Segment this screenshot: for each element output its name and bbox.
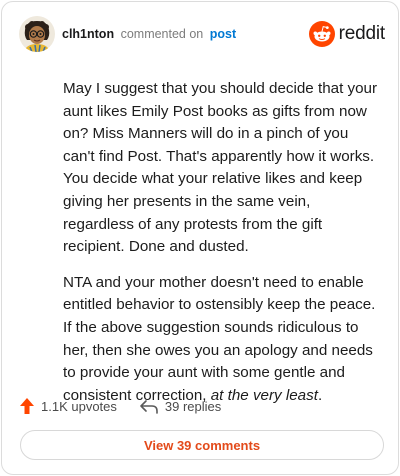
replies-button[interactable]: 39 replies [139, 398, 221, 414]
upvote-count: 1.1K upvotes [41, 398, 117, 414]
reddit-logo[interactable]: reddit [308, 20, 386, 48]
upvote-button[interactable]: 1.1K upvotes [19, 397, 117, 415]
username-link[interactable]: clh1nton [62, 27, 114, 41]
avatar[interactable] [19, 16, 55, 52]
comment-paragraph-2-text: NTA and your mother doesn't need to enab… [63, 273, 376, 404]
comment-header: clh1nton commented on post reddit [19, 16, 385, 54]
view-comments-button[interactable]: View 39 comments [20, 430, 384, 460]
reply-count: 39 replies [164, 398, 222, 414]
action-text: commented on [120, 27, 204, 41]
brand-wordmark: reddit [338, 23, 386, 44]
comment-actions: 1.1K upvotes 39 replies [19, 396, 243, 416]
comment-card: clh1nton commented on post reddit May I … [1, 1, 399, 475]
comment-body: May I suggest that you should decide tha… [63, 78, 378, 420]
cartoon-avatar-icon [19, 16, 55, 52]
post-link[interactable]: post [210, 27, 236, 41]
reddit-alien-icon [308, 21, 335, 47]
upvote-arrow-icon [20, 398, 34, 414]
comment-meta: clh1nton commented on post [62, 27, 236, 41]
reply-arrow-icon [140, 400, 158, 414]
comment-paragraph-2: NTA and your mother doesn't need to enab… [63, 272, 378, 408]
comment-paragraph-2-end: . [317, 386, 323, 404]
comment-paragraph-1: May I suggest that you should decide tha… [63, 80, 378, 256]
